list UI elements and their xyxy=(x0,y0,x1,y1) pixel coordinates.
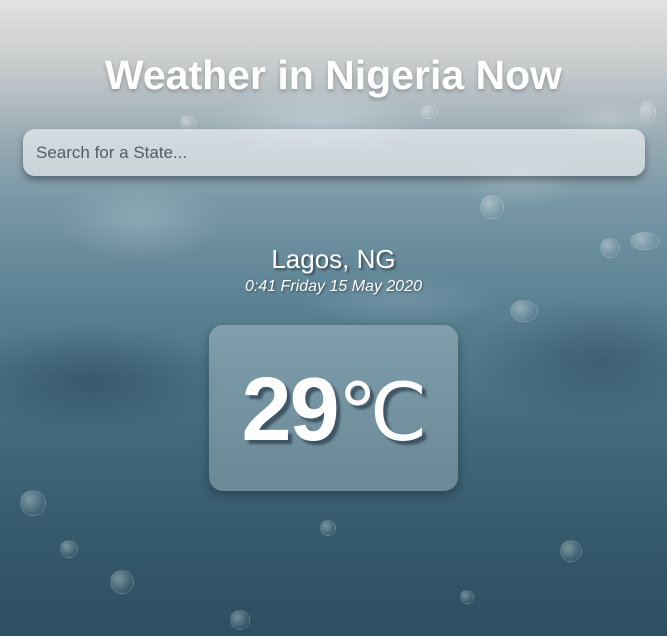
page-title: Weather in Nigeria Now xyxy=(104,52,563,98)
date-time: 0:41 Friday 15 May 2020 xyxy=(245,278,422,295)
temperature-unit: ℃ xyxy=(337,367,428,457)
temperature-number: 29 xyxy=(241,359,340,460)
temperature-value: 29℃ xyxy=(241,359,428,462)
location-name: Lagos, NG xyxy=(271,244,396,274)
temperature-card: 29℃ xyxy=(209,325,458,491)
search-input[interactable] xyxy=(23,129,645,176)
